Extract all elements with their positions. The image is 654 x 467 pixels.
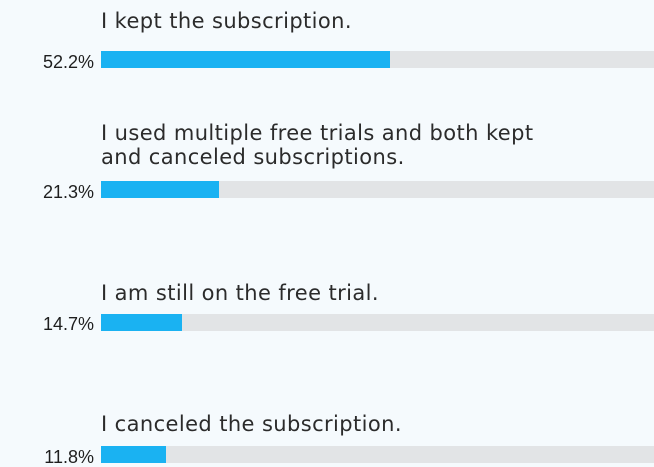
bar-fill	[101, 181, 219, 198]
bar-fill	[101, 446, 166, 463]
question-label: I am still on the free trial.	[101, 281, 379, 305]
bar-track	[101, 446, 654, 463]
bar-fill	[101, 51, 390, 68]
question-label: I kept the subscription.	[101, 9, 352, 33]
bar-track	[101, 51, 654, 68]
percent-label: 21.3%	[42, 182, 94, 202]
poll-results-chart: I kept the subscription. 52.2% I used mult…	[0, 0, 654, 467]
percent-label: 14.7%	[42, 314, 94, 334]
bar-fill	[101, 314, 182, 331]
percent-label: 11.8%	[44, 447, 94, 467]
question-label: I used multiple free trials and both kep…	[101, 121, 534, 169]
bar-track	[101, 181, 654, 198]
percent-label: 52.2%	[42, 52, 94, 72]
bar-track	[101, 314, 654, 331]
question-label: I canceled the subscription.	[101, 412, 402, 436]
